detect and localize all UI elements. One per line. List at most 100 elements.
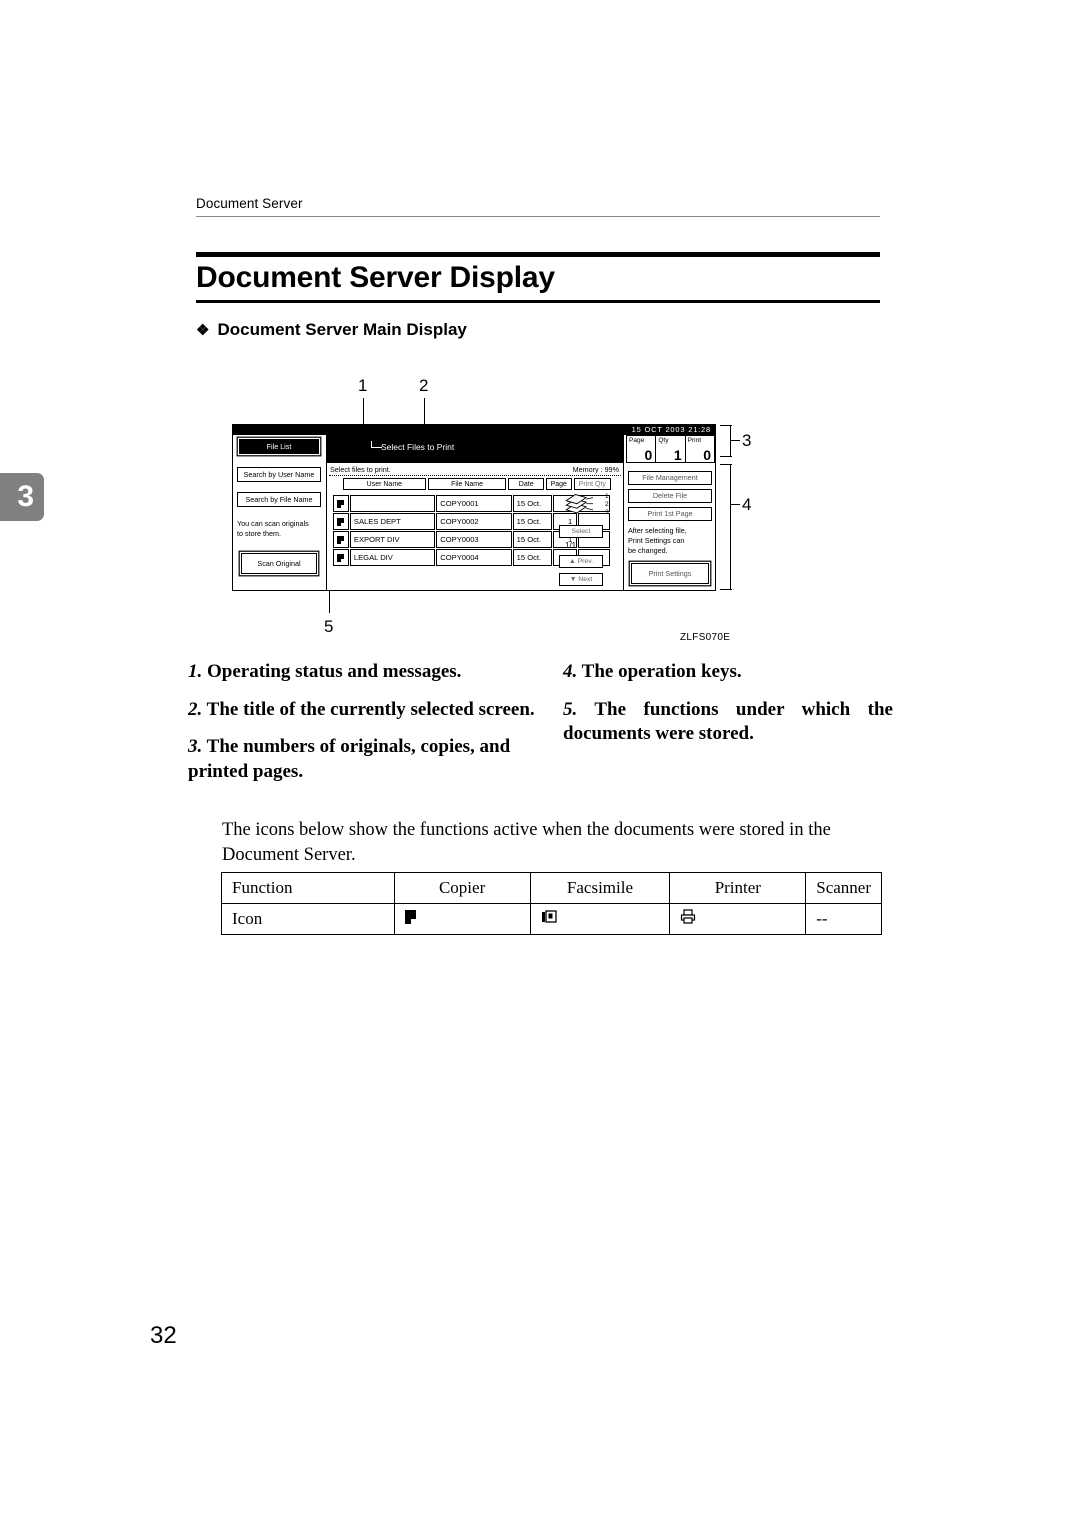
header-printer: Printer bbox=[669, 872, 807, 904]
legend-item-3-text: The numbers of originals, copies, and pr… bbox=[188, 736, 511, 783]
row-function-icon bbox=[333, 513, 349, 530]
legend-item-2-number: 2. bbox=[188, 698, 203, 720]
cell-date: 15 Oct. bbox=[512, 531, 553, 548]
legend-item-5-number: 5. bbox=[563, 698, 578, 720]
page-count-indicator: 1/1 bbox=[565, 541, 577, 550]
callout-4: 4 bbox=[742, 495, 752, 514]
header-facsimile: Facsimile bbox=[529, 872, 671, 904]
legend-column-left: 1. Operating status and messages. 2. The… bbox=[188, 660, 538, 798]
cell-file-name: COPY0004 bbox=[436, 549, 512, 566]
lcd-panel: 15 OCT 2003 21:28 Select Files to Print … bbox=[232, 424, 716, 591]
delete-file-key[interactable]: Delete File bbox=[628, 489, 712, 503]
counter-page: Page 0 bbox=[627, 436, 657, 463]
column-header-file-name[interactable]: File Name bbox=[427, 478, 507, 490]
callout-1: 1 bbox=[358, 376, 368, 395]
print-settings-note-line-1: After selecting file, bbox=[628, 526, 687, 535]
callout-4-bracket-bottom bbox=[720, 589, 732, 591]
file-list-key[interactable]: File List bbox=[239, 439, 319, 454]
callout-3-bracket-bottom bbox=[720, 456, 732, 458]
scan-original-key[interactable]: Scan Original bbox=[241, 553, 317, 574]
table-icon-row: Icon -- bbox=[221, 903, 882, 935]
section-heading: ❖ Document Server Main Display bbox=[196, 320, 880, 340]
cell-user-name: SALES DEPT bbox=[349, 513, 436, 530]
column-header-page[interactable]: Page bbox=[545, 478, 572, 490]
lcd-datetime: 15 OCT 2003 21:28 bbox=[233, 425, 715, 435]
search-by-file-name-key[interactable]: Search by File Name bbox=[237, 492, 321, 507]
header-function: Function bbox=[221, 872, 395, 904]
cell-file-name: COPY0001 bbox=[436, 495, 512, 512]
callout-3-tick bbox=[730, 440, 740, 442]
page-number: 32 bbox=[150, 1322, 177, 1349]
previous-page-key[interactable]: ▲ Prev. bbox=[559, 555, 603, 568]
lcd-file-list-area: Select files to print. Memory : 99% User… bbox=[327, 463, 623, 590]
column-header-date[interactable]: Date bbox=[508, 478, 544, 490]
cell-copier-icon bbox=[393, 903, 531, 935]
callout-3: 3 bbox=[742, 431, 752, 450]
print-1st-page-key[interactable]: Print 1st Page bbox=[628, 507, 712, 521]
cell-date: 15 Oct. bbox=[512, 549, 553, 566]
header-copier: Copier bbox=[393, 872, 531, 904]
search-by-user-name-key[interactable]: Search by User Name bbox=[237, 467, 321, 482]
cell-user-name: EXPORT DIV bbox=[349, 531, 436, 548]
counter-page-value: 0 bbox=[644, 447, 653, 463]
memory-indicator: Memory : 99% bbox=[572, 465, 619, 474]
file-management-key[interactable]: File Management bbox=[628, 471, 712, 485]
stack-marker-3: 3 bbox=[605, 509, 609, 516]
row-label-icon: Icon bbox=[221, 903, 395, 935]
cell-facsimile-icon bbox=[529, 903, 671, 935]
status-message: Select files to print. bbox=[330, 465, 391, 474]
header-scanner: Scanner bbox=[805, 872, 882, 904]
lcd-screen-title: Select Files to Print bbox=[381, 442, 455, 452]
next-page-key[interactable]: ▼ Next bbox=[559, 573, 603, 586]
row-function-icon bbox=[333, 549, 349, 566]
copier-icon bbox=[337, 535, 345, 544]
lcd-left-panel: File List Search by User Name Search by … bbox=[233, 435, 327, 590]
copier-icon bbox=[337, 517, 345, 526]
cell-date: 15 Oct. bbox=[512, 513, 553, 530]
section-heading-label: Document Server Main Display bbox=[217, 320, 467, 339]
counter-qty: Qty 1 bbox=[656, 436, 686, 462]
counter-page-label: Page bbox=[629, 437, 645, 444]
legend-item-1: 1. Operating status and messages. bbox=[188, 660, 538, 685]
legend-item-2: 2. The title of the currently selected s… bbox=[188, 698, 538, 723]
counter-qty-label: Qty bbox=[658, 437, 669, 444]
table-header-row: Function Copier Facsimile Printer Scanne… bbox=[221, 872, 882, 904]
printer-icon bbox=[681, 909, 696, 924]
column-header-print-qty[interactable]: Print Qty bbox=[573, 478, 611, 490]
page-title: Document Server Display bbox=[196, 261, 555, 294]
print-settings-note-line-2: Print Settings can bbox=[628, 536, 685, 545]
copier-icon bbox=[337, 499, 345, 508]
legend-item-4-text: The operation keys. bbox=[581, 661, 742, 682]
figure-code: ZLFS070E bbox=[680, 632, 731, 643]
copier-icon bbox=[404, 910, 416, 924]
counter-print-label: Print bbox=[687, 437, 702, 444]
chapter-tab: 3 bbox=[0, 473, 44, 521]
stack-marker-2: 2 bbox=[605, 501, 609, 508]
legend-item-4-number: 4. bbox=[563, 661, 578, 682]
counter-group: Page 0 Qty 1 Print 0 bbox=[626, 435, 715, 463]
callout-4-bracket-side bbox=[730, 464, 732, 590]
counter-print: Print 0 bbox=[686, 436, 714, 462]
select-key[interactable]: Select bbox=[559, 525, 603, 538]
figure-document-server-main-display: 1 2 5 3 4 15 OCT 2003 21:28 Select Files… bbox=[232, 376, 752, 641]
cell-user-name: LEGAL DIV bbox=[349, 549, 436, 566]
legend-item-1-number: 1. bbox=[188, 661, 203, 682]
cell-file-name: COPY0002 bbox=[436, 513, 512, 530]
running-head-rule bbox=[196, 216, 880, 217]
column-header-user-name[interactable]: User Name bbox=[343, 478, 426, 490]
cell-file-name: COPY0003 bbox=[436, 531, 512, 548]
counter-print-value: 0 bbox=[703, 447, 711, 463]
print-settings-key[interactable]: Print Settings bbox=[631, 563, 709, 584]
callout-5: 5 bbox=[324, 617, 334, 636]
diamond-bullet-icon: ❖ bbox=[196, 322, 210, 339]
legend-item-3-number: 3. bbox=[188, 736, 203, 758]
file-table-header: User Name File Name Date Page Print Qty bbox=[343, 478, 611, 490]
body-paragraph: The icons below show the functions activ… bbox=[222, 820, 831, 865]
legend-item-4: 4. The operation keys. bbox=[563, 660, 893, 685]
heading-rule-top bbox=[196, 252, 880, 257]
scan-hint-line-1: You can scan originals bbox=[237, 519, 309, 528]
legend-column-right: 4. The operation keys. 5. The functions … bbox=[563, 660, 893, 760]
cell-date: 15 Oct. bbox=[512, 495, 553, 512]
row-function-icon bbox=[333, 531, 349, 548]
legend-item-5-text: The functions under which the documents … bbox=[563, 698, 893, 745]
